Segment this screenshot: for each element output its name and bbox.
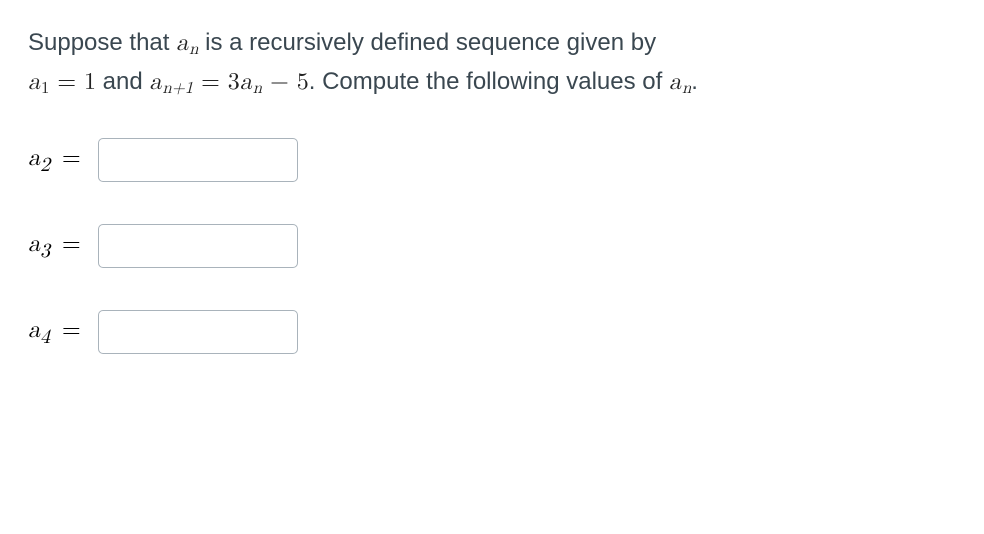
answer-row-a2: a2 = bbox=[28, 138, 956, 182]
input-a4[interactable] bbox=[98, 310, 298, 354]
input-a3[interactable] bbox=[98, 224, 298, 268]
prompt-period: . bbox=[691, 68, 698, 95]
math-an: an bbox=[176, 31, 198, 55]
question-prompt: Suppose that an is a recursively defined… bbox=[28, 24, 956, 102]
prompt-text-1: Suppose that bbox=[28, 29, 176, 56]
prompt-and: and bbox=[96, 68, 149, 95]
math-anp1: an+1 = 3an − 5 bbox=[149, 70, 308, 94]
math-an-end: an bbox=[669, 70, 691, 94]
label-a3: a3 = bbox=[28, 226, 98, 267]
input-a2[interactable] bbox=[98, 138, 298, 182]
prompt-text-3: . Compute the following values of bbox=[309, 68, 669, 95]
answer-row-a4: a4 = bbox=[28, 310, 956, 354]
label-a2: a2 = bbox=[28, 140, 98, 181]
prompt-text-2: is a recursively defined sequence given … bbox=[198, 29, 656, 56]
math-a1: a1 = 1 bbox=[28, 70, 96, 94]
answer-row-a3: a3 = bbox=[28, 224, 956, 268]
label-a4: a4 = bbox=[28, 312, 98, 353]
